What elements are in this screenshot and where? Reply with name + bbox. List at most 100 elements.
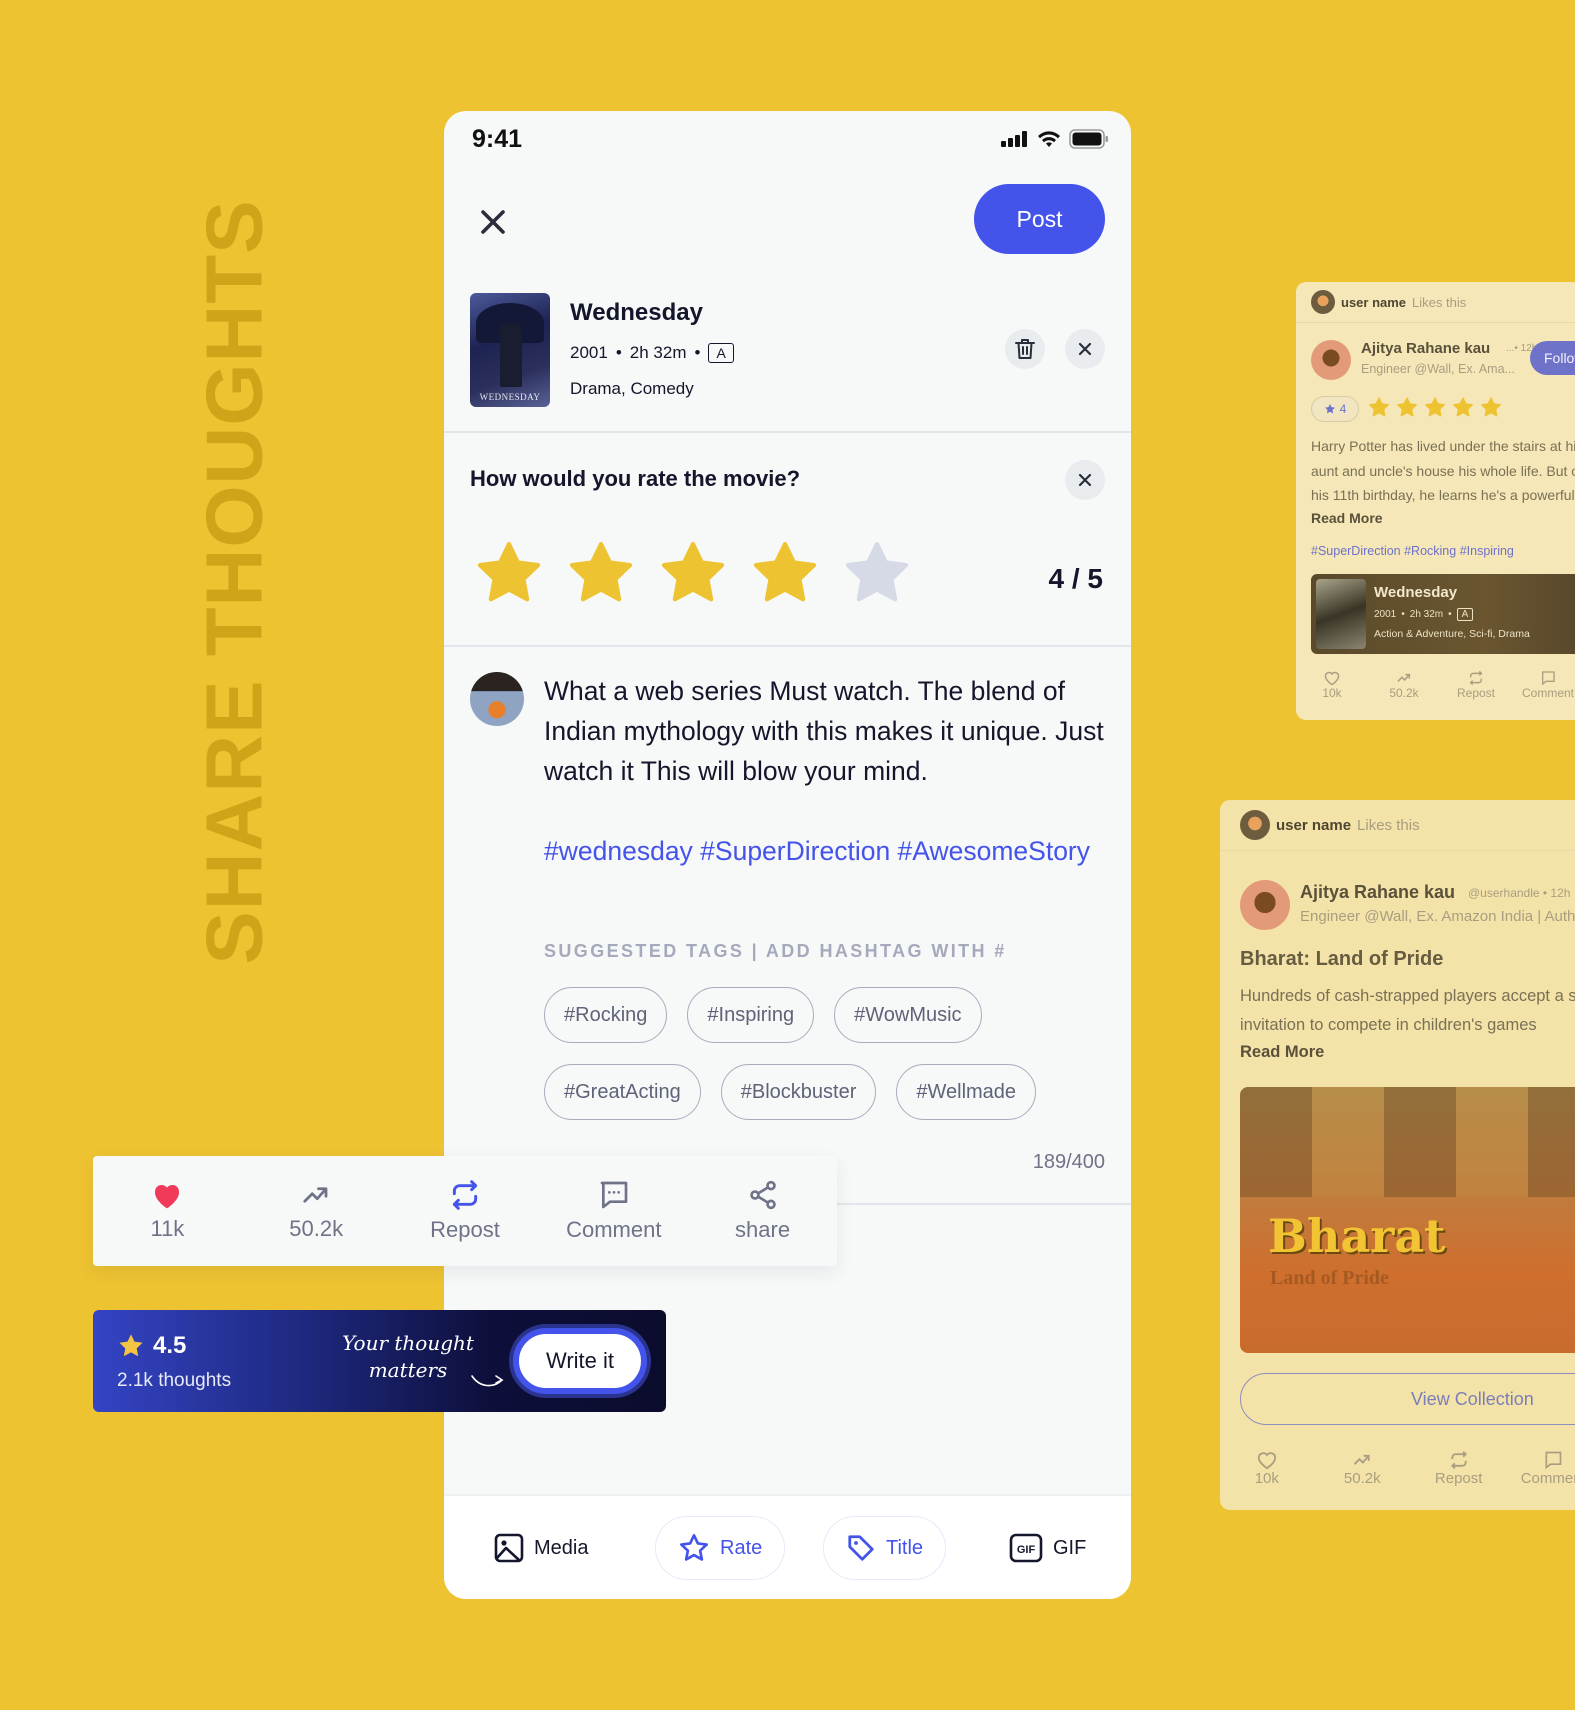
tagline: Your thought matters xyxy=(333,1330,483,1384)
movie-poster xyxy=(1316,579,1366,649)
read-more-link[interactable]: Read More xyxy=(1311,510,1383,526)
comment-button[interactable]: Comment xyxy=(1506,1450,1575,1487)
liker-avatar xyxy=(1240,810,1270,840)
author-subtitle: Engineer @Wall, Ex. Amazon India | Autho… xyxy=(1300,908,1575,925)
repost-icon xyxy=(452,1180,478,1210)
comment-button[interactable]: Comment xyxy=(1512,670,1575,700)
close-rating-button[interactable] xyxy=(1065,460,1105,500)
movie-duration: 2h 32m xyxy=(1409,609,1444,620)
attached-movie[interactable]: Wednesday 2001 • 2h 32m • A Action & Adven… xyxy=(1311,574,1575,654)
rate-button[interactable]: Rate xyxy=(655,1516,786,1580)
media-label: Media xyxy=(534,1536,589,1559)
post-text-input[interactable]: What a web series Must watch. The blend … xyxy=(544,671,1104,791)
tagline-line-2: matters xyxy=(368,1358,448,1382)
review-hashtags[interactable]: #SuperDirection #Rocking #Inspiring xyxy=(1311,544,1514,558)
like-button[interactable]: 10k xyxy=(1296,670,1368,700)
follow-button[interactable]: Follow xyxy=(1530,341,1575,375)
rating-badge: 4 xyxy=(1311,396,1359,422)
tag-chip[interactable]: #Inspiring xyxy=(687,987,815,1043)
banner-title: Bharat xyxy=(1268,1209,1446,1263)
liker-row: user name Likes this xyxy=(1296,282,1575,322)
like-count: 11k xyxy=(150,1216,185,1241)
write-it-button[interactable]: Write it xyxy=(513,1328,647,1394)
poster-title: WEDNESDAY xyxy=(479,392,541,402)
heart-icon xyxy=(155,1184,180,1209)
title-button[interactable]: Title xyxy=(823,1516,947,1580)
comment-icon xyxy=(600,1181,628,1209)
movie-genres: Action & Adventure, Sci-fi, Drama xyxy=(1374,628,1530,640)
delete-movie-button[interactable] xyxy=(1005,329,1045,369)
rating-question: How would you rate the movie? xyxy=(470,466,801,491)
author-avatar xyxy=(1240,880,1290,930)
svg-text:GIF: GIF xyxy=(1017,1544,1036,1556)
comment-icon xyxy=(1545,1451,1562,1470)
repost-button[interactable]: Repost xyxy=(395,1179,535,1243)
star-outline-icon xyxy=(680,1534,708,1561)
star-empty-icon[interactable] xyxy=(842,539,912,605)
post-button[interactable]: Post xyxy=(974,184,1105,254)
image-icon xyxy=(494,1533,524,1563)
repost-button[interactable]: Repost xyxy=(1440,670,1512,700)
rating-stars[interactable] xyxy=(474,539,912,605)
banner-subtitle: Land of Pride xyxy=(1270,1267,1389,1289)
star-filled-icon[interactable] xyxy=(566,539,636,605)
heart-outline-icon xyxy=(1257,1452,1276,1470)
meta-dot: • xyxy=(1448,609,1452,620)
media-button[interactable]: Media xyxy=(494,1516,588,1580)
side-title: SHARE THOUGHTS xyxy=(190,199,279,964)
trend-button[interactable]: 50.2k xyxy=(246,1180,386,1242)
tagline-line-1: Your thought xyxy=(342,1331,474,1355)
like-count: 10k xyxy=(1322,686,1342,700)
like-button[interactable]: 10k xyxy=(1220,1450,1314,1487)
tag-chip[interactable]: #Wellmade xyxy=(896,1064,1037,1120)
share-button[interactable]: share xyxy=(693,1179,833,1243)
tag-chip[interactable]: #Blockbuster xyxy=(720,1064,877,1120)
comment-button[interactable]: Comment xyxy=(544,1179,684,1243)
repost-button[interactable]: Repost xyxy=(1411,1450,1506,1487)
heart-outline-icon xyxy=(1324,671,1340,686)
rating-banner: 4.5 2.1k thoughts Your thought matters W… xyxy=(93,1310,666,1412)
post-hashtags[interactable]: #wednesday #SuperDirection #AwesomeStory xyxy=(544,831,1104,871)
trend-count: 50.2k xyxy=(1343,1470,1381,1487)
trending-icon xyxy=(303,1187,328,1203)
remove-movie-button[interactable] xyxy=(1065,329,1105,369)
movie-meta: 2001 • 2h 32m • A xyxy=(570,343,734,363)
read-more-link[interactable]: Read More xyxy=(1240,1043,1324,1062)
star-filled-icon[interactable] xyxy=(658,539,728,605)
trend-button[interactable]: 50.2k xyxy=(1314,1450,1411,1487)
movie-certificate: A xyxy=(708,343,734,363)
post-title: Bharat: Land of Pride xyxy=(1240,948,1444,970)
liker-row: user name Likes this xyxy=(1220,800,1575,850)
close-icon xyxy=(1078,473,1092,487)
status-icons xyxy=(1001,129,1109,149)
suggested-tags: #Rocking #Inspiring #WowMusic #GreatActi… xyxy=(544,987,1114,1120)
gif-icon: GIF xyxy=(1009,1533,1043,1563)
star-icon xyxy=(119,1334,143,1357)
repost-icon xyxy=(1469,670,1483,686)
repost-icon xyxy=(1450,1451,1467,1469)
star-filled-icon[interactable] xyxy=(474,539,544,605)
tag-chip[interactable]: #WowMusic xyxy=(834,987,982,1043)
close-composer-button[interactable] xyxy=(474,203,512,241)
star-filled-icon[interactable] xyxy=(750,539,820,605)
review-line: aunt and uncle's house his whole life. B… xyxy=(1311,462,1575,479)
share-icon xyxy=(749,1180,776,1210)
battery-icon xyxy=(1069,129,1108,149)
trending-icon xyxy=(1397,673,1411,682)
star-filled-icon xyxy=(1453,397,1473,417)
view-collection-button[interactable]: View Collection xyxy=(1240,1373,1575,1425)
star-filled-icon xyxy=(1397,397,1417,417)
tag-chip[interactable]: #GreatActing xyxy=(544,1064,701,1120)
trend-button[interactable]: 50.2k xyxy=(1368,670,1440,700)
rating-value: 4 / 5 xyxy=(1048,563,1103,594)
repost-label: Repost xyxy=(1456,686,1496,700)
close-icon xyxy=(1078,342,1092,356)
author-name: Ajitya Rahane kau xyxy=(1361,340,1491,357)
collection-banner[interactable]: Bharat Land of Pride xyxy=(1240,1087,1575,1353)
feed-card-review: user name Likes this Ajitya Rahane kau .… xyxy=(1296,282,1575,720)
status-time: 9:41 xyxy=(472,125,523,153)
gif-button[interactable]: GIF GIF xyxy=(1009,1516,1086,1580)
like-button[interactable]: 11k xyxy=(97,1180,237,1242)
tag-chip[interactable]: #Rocking xyxy=(544,987,668,1043)
side-title-text: SHARE THOUGHTS xyxy=(190,199,280,965)
